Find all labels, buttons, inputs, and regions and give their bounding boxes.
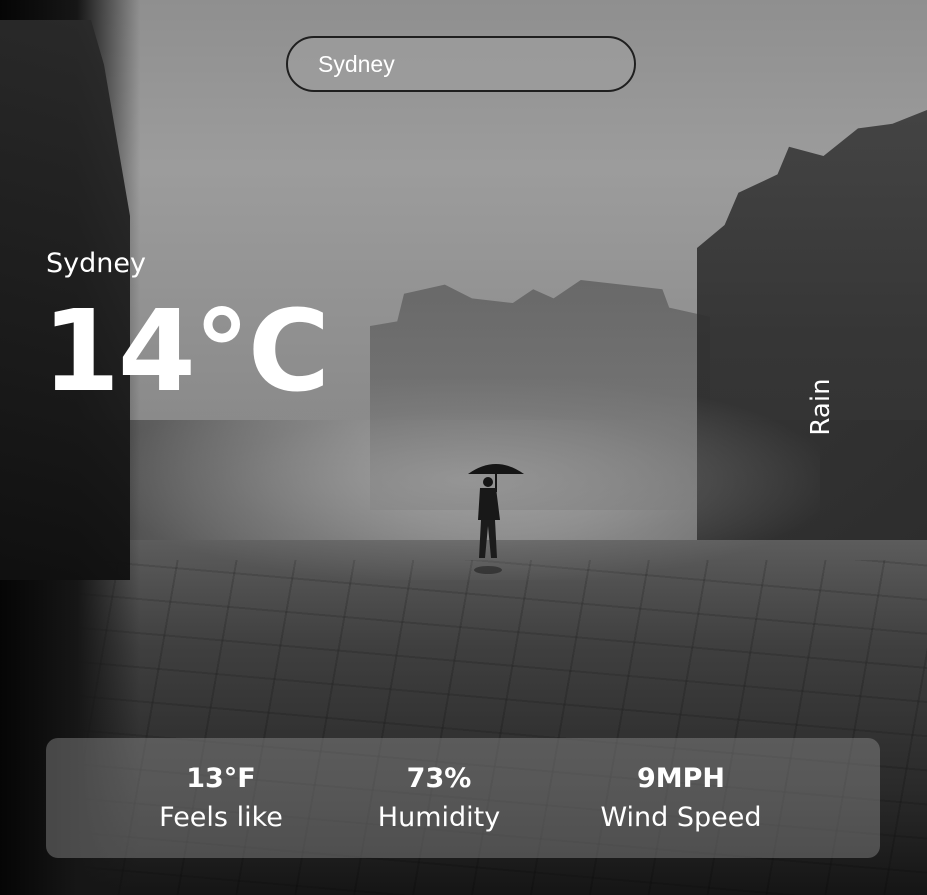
person-with-umbrella-icon	[468, 464, 524, 574]
weather-app: Sydney 14°C Rain 13°F Feels like 73% Hum…	[0, 0, 927, 895]
humidity-value: 73%	[406, 763, 472, 794]
wind-speed-value: 9MPH	[636, 763, 726, 794]
wind-speed-stat: 9MPH Wind Speed	[586, 760, 776, 838]
city-name: Sydney	[46, 248, 146, 279]
search-input[interactable]	[318, 50, 618, 78]
search-bar[interactable]	[286, 36, 636, 92]
feels-like-label: Feels like	[159, 802, 283, 833]
feels-like-stat: 13°F Feels like	[141, 760, 301, 838]
stats-panel: 13°F Feels like 73% Humidity 9MPH Wind S…	[46, 738, 880, 858]
temperature: 14°C	[42, 287, 330, 417]
weather-condition: Rain	[806, 378, 836, 436]
humidity-stat: 73% Humidity	[364, 760, 514, 838]
humidity-label: Humidity	[377, 802, 501, 833]
feels-like-value: 13°F	[186, 763, 256, 794]
wind-speed-label: Wind Speed	[600, 802, 762, 833]
